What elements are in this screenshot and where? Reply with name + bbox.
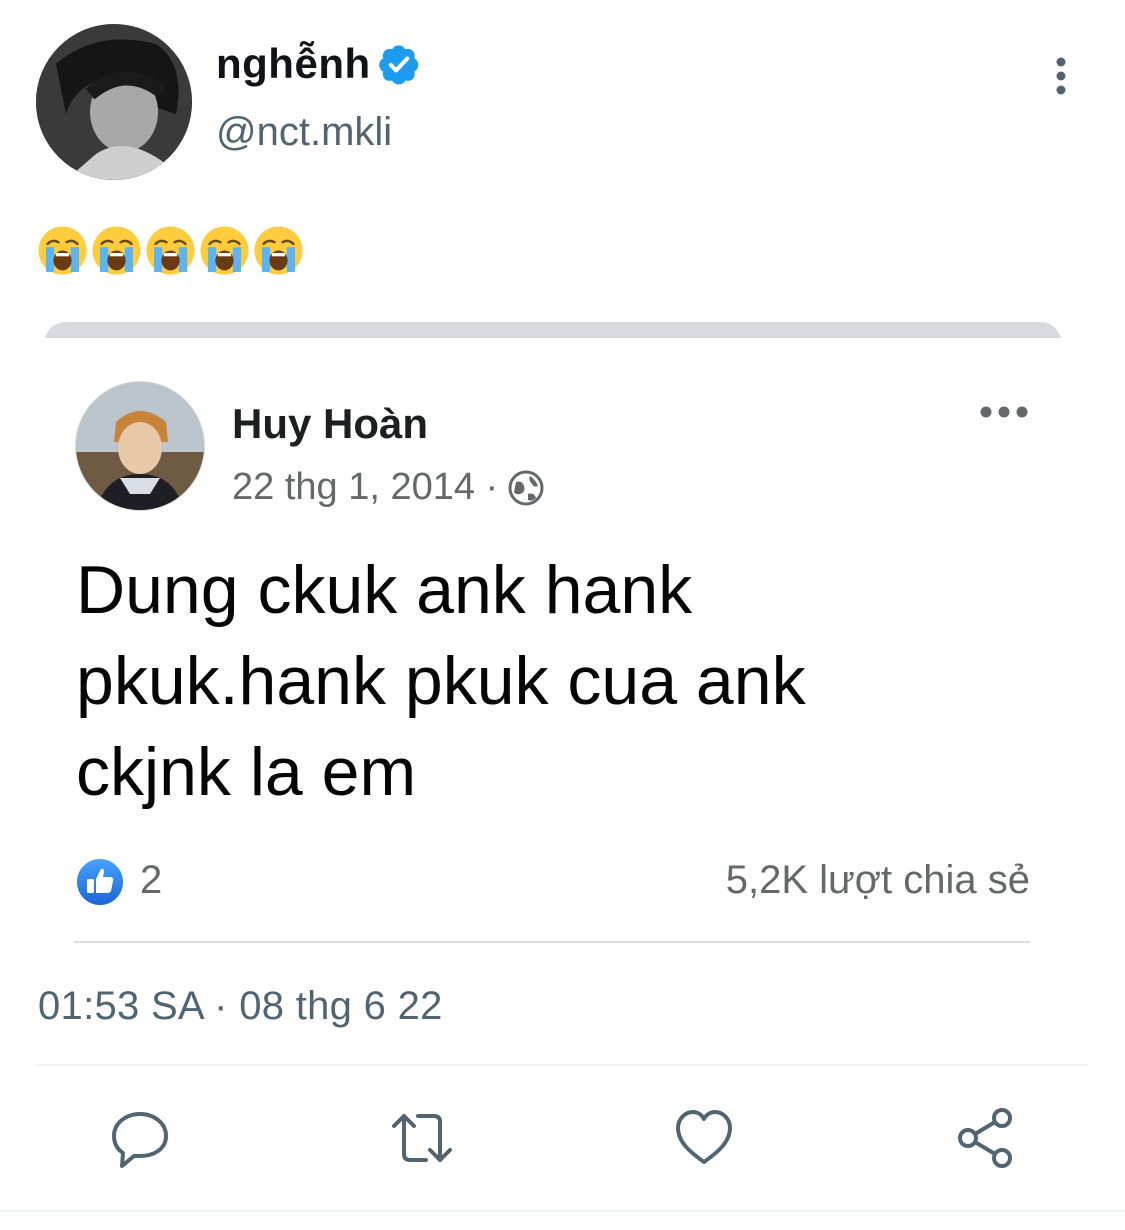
retweet-icon[interactable] — [390, 1106, 454, 1170]
reaction-count: 2 — [140, 858, 163, 902]
share-count: 5,2K lượt chia sẻ — [725, 858, 1030, 902]
tweet-text — [36, 224, 305, 277]
tweet-timestamp[interactable]: 01:53 SA · 08 thg 6 22 — [38, 984, 443, 1029]
more-options-icon[interactable] — [1046, 56, 1076, 96]
user-handle[interactable]: @nct.mkli — [216, 110, 392, 155]
embedded-more-icon — [976, 400, 1032, 424]
crying-face-icon — [144, 224, 197, 277]
display-name-text: nghễnh — [216, 40, 371, 87]
embedded-post-line: ckjnk la em — [76, 734, 417, 810]
crying-face-icon — [252, 224, 305, 277]
divider — [36, 1064, 1089, 1066]
embedded-author-name: Huy Hoàn — [232, 400, 429, 447]
display-name[interactable]: nghễnh — [216, 40, 421, 88]
crying-face-icon — [90, 224, 143, 277]
embedded-post-text: Dung ckuk ank hank pkuk.hank pkuk cua an… — [76, 545, 1036, 818]
reply-icon[interactable] — [108, 1106, 172, 1170]
embedded-author-avatar — [75, 381, 205, 511]
divider — [0, 1210, 1125, 1212]
embedded-post-date-text: 22 thg 1, 2014 · — [232, 466, 499, 508]
embedded-post-date: 22 thg 1, 2014 · — [232, 466, 546, 509]
crying-face-icon — [36, 224, 89, 277]
embedded-divider — [74, 941, 1030, 943]
share-icon[interactable] — [954, 1106, 1018, 1170]
embedded-post-line: Dung ckuk ank hank — [76, 552, 693, 628]
like-icon[interactable] — [672, 1106, 736, 1170]
author-avatar[interactable] — [36, 24, 192, 180]
globe-icon — [506, 468, 546, 508]
verified-badge-icon — [377, 42, 421, 86]
like-reaction-icon — [74, 856, 126, 908]
crying-face-icon — [198, 224, 251, 277]
embedded-post-line: pkuk.hank pkuk cua ank — [76, 643, 806, 719]
